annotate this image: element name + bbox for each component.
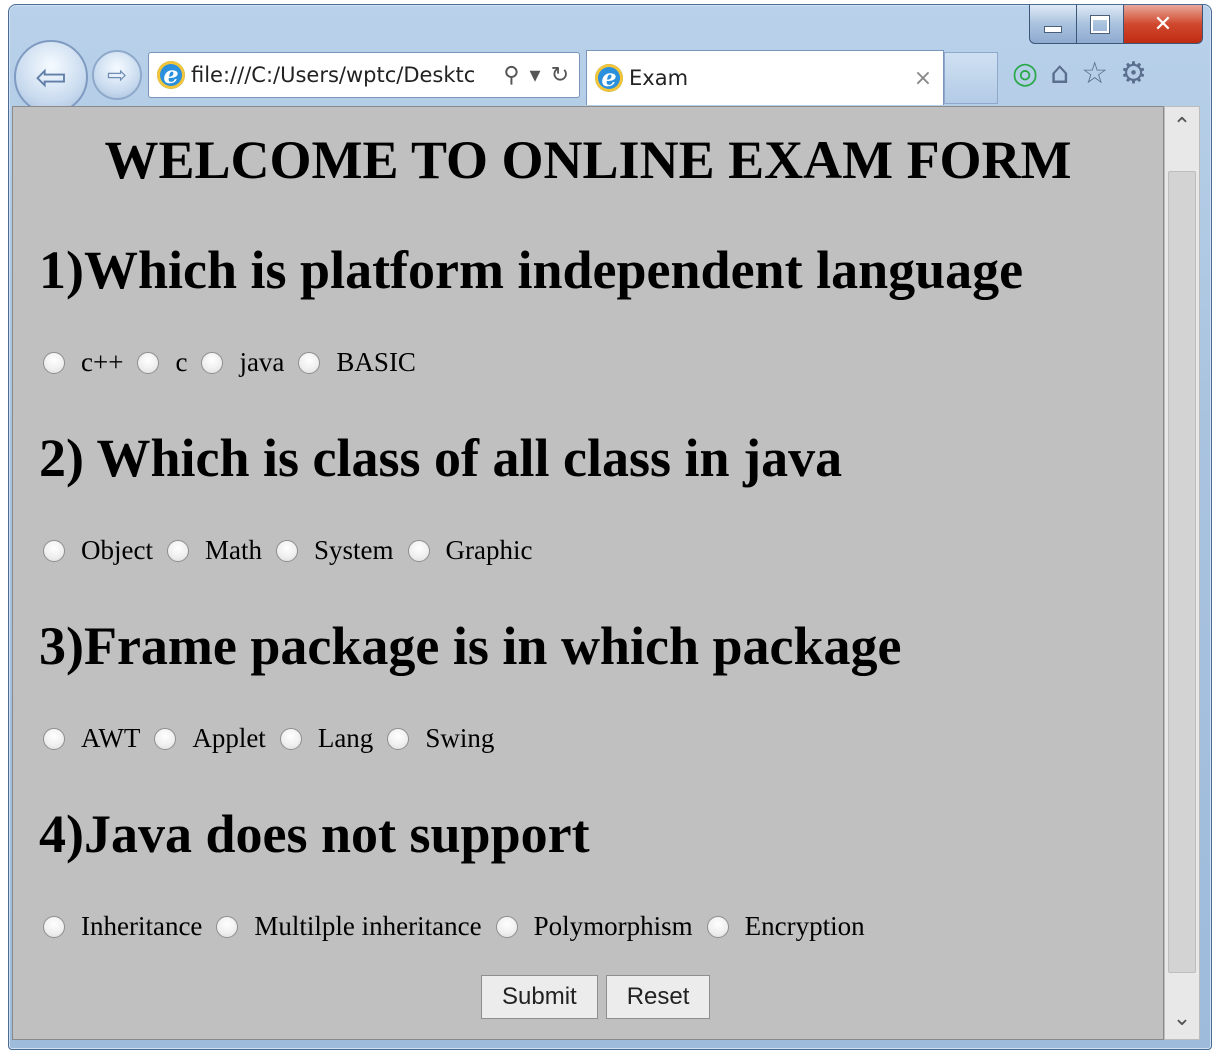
close-icon: ✕	[1153, 11, 1173, 37]
settings-icon[interactable]: ⚙	[1120, 56, 1147, 91]
ie-logo-icon: e	[157, 61, 185, 89]
address-url[interactable]: file:///C:/Users/wptc/Desktc	[191, 63, 503, 87]
radio-button[interactable]	[216, 915, 239, 938]
addon-icon[interactable]: ◎	[1012, 56, 1038, 91]
scroll-up-icon[interactable]: ⌃	[1165, 107, 1199, 147]
maximize-button[interactable]	[1077, 5, 1124, 44]
tab-close-icon[interactable]: ×	[903, 66, 943, 91]
radio-button[interactable]	[279, 727, 302, 750]
vertical-scrollbar[interactable]: ⌃ ⌄	[1164, 106, 1200, 1040]
question-3: 3)Frame package is in which package	[39, 616, 902, 676]
option-encryption[interactable]: Encryption	[706, 911, 865, 942]
option-inheritance[interactable]: Inheritance	[43, 911, 202, 942]
page-viewport: WELCOME TO ONLINE EXAM FORM 1)Which is p…	[12, 106, 1164, 1040]
submit-button[interactable]: Submit	[481, 975, 598, 1019]
radio-button[interactable]	[706, 915, 729, 938]
radio-button[interactable]	[298, 351, 321, 374]
search-icon[interactable]: ⚲	[503, 63, 519, 88]
new-tab-button[interactable]	[944, 52, 998, 104]
question-1: 1)Which is platform independent language	[39, 240, 1024, 300]
option-lang[interactable]: Lang	[279, 723, 374, 754]
radio-button[interactable]	[495, 915, 518, 938]
option-label: Lang	[317, 723, 374, 753]
option-label: System	[313, 535, 394, 565]
option-math[interactable]: Math	[166, 535, 262, 566]
option-label: BASIC	[336, 347, 416, 377]
radio-button[interactable]	[275, 539, 298, 562]
forward-icon: ⇨	[106, 61, 128, 89]
radio-button[interactable]	[43, 539, 65, 562]
option-label: Object	[81, 535, 153, 565]
caption-buttons: ✕	[1029, 5, 1203, 44]
question-1-options: c++ c java BASIC	[43, 347, 430, 378]
tab-exam[interactable]: e Exam ×	[586, 50, 944, 105]
option-label: Inheritance	[81, 911, 203, 941]
minimize-button[interactable]	[1029, 5, 1077, 44]
radio-button[interactable]	[154, 727, 177, 750]
question-2: 2) Which is class of all class in java	[39, 428, 843, 488]
favorites-icon[interactable]: ☆	[1081, 56, 1108, 91]
radio-button[interactable]	[43, 915, 65, 938]
radio-button[interactable]	[407, 539, 430, 562]
option-label: Multilple inheritance	[254, 911, 482, 941]
close-window-button[interactable]: ✕	[1124, 5, 1203, 44]
question-2-options: Object Math System Graphic	[43, 535, 546, 566]
radio-button[interactable]	[201, 351, 224, 374]
question-3-options: AWT Applet Lang Swing	[43, 723, 508, 754]
option-label: c	[175, 347, 188, 377]
scrollbar-thumb[interactable]	[1168, 171, 1196, 973]
radio-button[interactable]	[43, 727, 65, 750]
radio-button[interactable]	[166, 539, 189, 562]
dropdown-icon[interactable]: ▾	[530, 63, 541, 88]
option-java[interactable]: java	[201, 347, 284, 378]
option-label: Polymorphism	[533, 911, 693, 941]
tab-title: Exam	[629, 66, 689, 90]
maximize-icon	[1090, 14, 1110, 34]
option-basic[interactable]: BASIC	[298, 347, 416, 378]
radio-button[interactable]	[137, 351, 160, 374]
back-icon: ⇦	[35, 55, 67, 99]
form-buttons: Submit Reset	[481, 975, 711, 1019]
reset-button[interactable]: Reset	[605, 975, 711, 1019]
option-label: Swing	[425, 723, 495, 753]
radio-button[interactable]	[387, 727, 410, 750]
option-polymorphism[interactable]: Polymorphism	[495, 911, 693, 942]
radio-button[interactable]	[43, 351, 65, 374]
forward-button[interactable]: ⇨	[92, 50, 142, 100]
option-label: java	[239, 347, 285, 377]
option-c[interactable]: c	[137, 347, 187, 378]
scroll-down-icon[interactable]: ⌄	[1165, 999, 1199, 1039]
option-graphic[interactable]: Graphic	[407, 535, 533, 566]
browser-tools: ◎ ⌂ ☆ ⚙	[1012, 56, 1147, 91]
address-bar[interactable]: e file:///C:/Users/wptc/Desktc ⚲ ▾ ↻	[148, 52, 580, 98]
option-label: Math	[204, 535, 262, 565]
option-label: AWT	[81, 723, 141, 753]
option-label: Encryption	[744, 911, 865, 941]
option-multiple-inheritance[interactable]: Multilple inheritance	[216, 911, 482, 942]
home-icon[interactable]: ⌂	[1050, 56, 1069, 91]
option-system[interactable]: System	[275, 535, 394, 566]
question-4-options: Inheritance Multilple inheritance Polymo…	[43, 911, 879, 942]
option-object[interactable]: Object	[43, 535, 153, 566]
question-4: 4)Java does not support	[39, 804, 590, 864]
page-title: WELCOME TO ONLINE EXAM FORM	[104, 130, 1072, 190]
ie-logo-icon: e	[595, 64, 623, 92]
back-button[interactable]: ⇦	[14, 40, 88, 114]
option-cpp[interactable]: c++	[43, 347, 123, 378]
option-label: Applet	[192, 723, 266, 753]
minimize-icon	[1044, 25, 1062, 33]
option-label: Graphic	[445, 535, 533, 565]
option-applet[interactable]: Applet	[154, 723, 266, 754]
refresh-icon[interactable]: ↻	[551, 63, 569, 88]
option-awt[interactable]: AWT	[43, 723, 140, 754]
option-swing[interactable]: Swing	[387, 723, 494, 754]
option-label: c++	[81, 347, 124, 377]
